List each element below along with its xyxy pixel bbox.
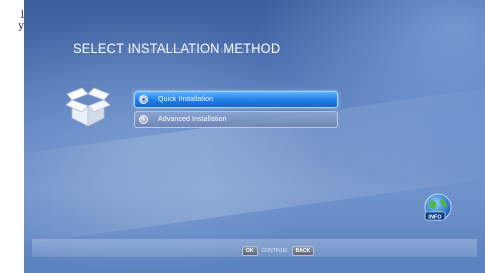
info-label: INFO: [428, 214, 442, 220]
page-edge-text: y: [18, 21, 24, 32]
radio-unselected-icon: [139, 115, 148, 124]
page-edge-text: l: [20, 10, 24, 21]
installation-menu: ● Quick Installation Advanced Installati…: [134, 91, 338, 131]
back-key-button[interactable]: BACK: [291, 246, 315, 256]
page-edge-fragment: l y: [0, 0, 24, 273]
tv-screen: SELECT INSTALLATION METHOD SELECT INSTAL…: [24, 0, 485, 273]
menu-item-label: Quick Installation: [158, 96, 214, 103]
bottom-controls: OK CONTINUE BACK: [242, 246, 315, 256]
continue-label: CONTINUE: [261, 248, 288, 254]
radio-selected-icon: ●: [139, 95, 148, 104]
ok-key-button[interactable]: OK: [242, 246, 258, 256]
title-reflection: SELECT INSTALLATION METHOD: [73, 46, 276, 55]
menu-item-label: Advanced Installation: [158, 116, 227, 123]
menu-item-quick-installation[interactable]: ● Quick Installation: [134, 91, 338, 108]
info-globe-icon[interactable]: INFO: [420, 191, 456, 227]
menu-item-advanced-installation[interactable]: Advanced Installation: [134, 111, 338, 128]
open-box-icon: [65, 87, 111, 127]
